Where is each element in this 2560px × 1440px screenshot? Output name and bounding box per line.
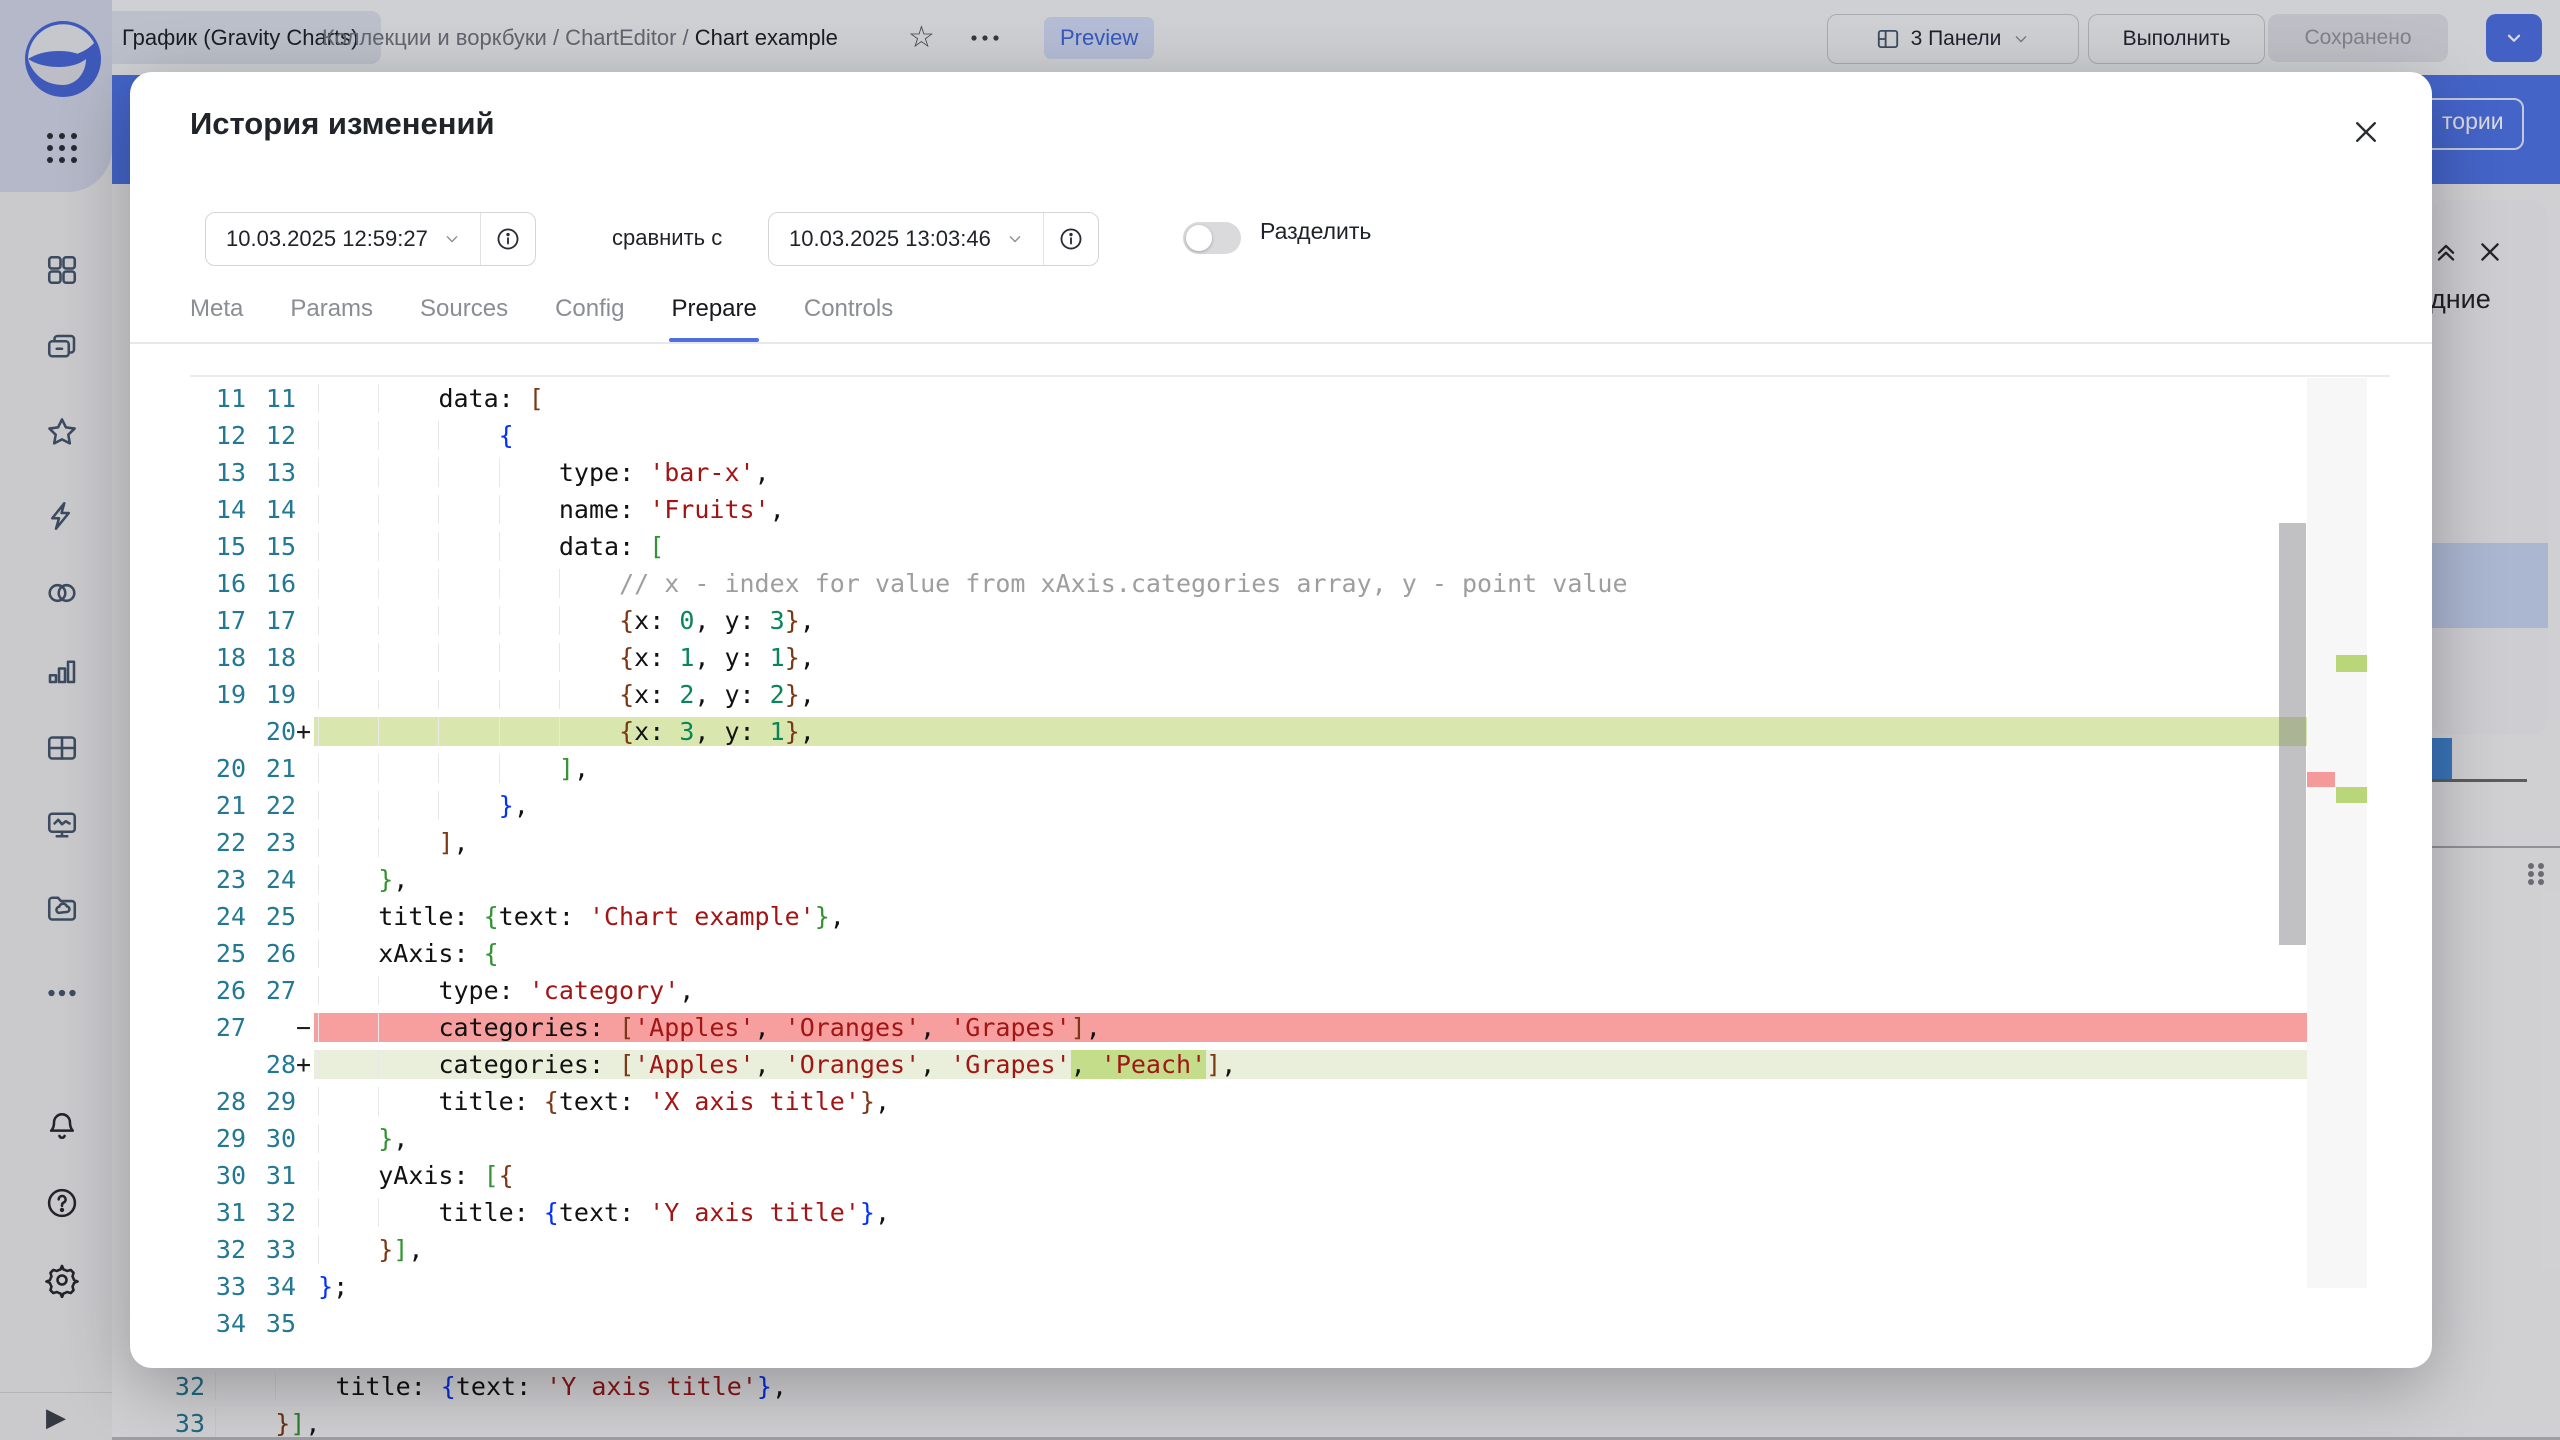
- diff-tabs: Meta Params Sources Config Prepare Controls: [190, 276, 893, 342]
- chevron-down-icon: [442, 229, 462, 249]
- diff-row: 20+ {x: 3, y: 1},: [190, 713, 2307, 750]
- diff-row: 27− categories: ['Apples', 'Oranges', 'G…: [190, 1009, 2307, 1046]
- diff-row: 1616 // x - index for value from xAxis.c…: [190, 565, 2307, 602]
- modal-title: История изменений: [190, 106, 495, 142]
- close-icon[interactable]: [2346, 112, 2386, 152]
- tab-config[interactable]: Config: [555, 276, 624, 342]
- tabs-divider: [130, 342, 2432, 344]
- revision-from-select[interactable]: 10.03.2025 12:59:27: [205, 212, 536, 266]
- split-view-label: Разделить: [1260, 218, 1371, 245]
- vertical-scrollbar[interactable]: [2279, 523, 2306, 945]
- diff-row: 1212 {: [190, 417, 2307, 454]
- diff-row: 3233 }],: [190, 1231, 2307, 1268]
- tab-meta[interactable]: Meta: [190, 276, 243, 342]
- diff-row: 1717 {x: 0, y: 3},: [190, 602, 2307, 639]
- diff-row: 1818 {x: 1, y: 1},: [190, 639, 2307, 676]
- diff-row: 2930 },: [190, 1120, 2307, 1157]
- compare-with-label: сравнить с: [612, 212, 722, 264]
- diff-row: 1313 type: 'bar-x',: [190, 454, 2307, 491]
- diff-row: 2829 title: {text: 'X axis title'},: [190, 1083, 2307, 1120]
- tab-params[interactable]: Params: [290, 276, 373, 342]
- diff-row: 3435: [190, 1305, 2307, 1342]
- diff-row: 2021 ],: [190, 750, 2307, 787]
- toggle-knob: [1186, 225, 1212, 251]
- info-icon[interactable]: [1044, 213, 1098, 265]
- revision-to-value: 10.03.2025 13:03:46: [789, 226, 991, 252]
- diff-editor: 1111 data: [1212 {1313 type: 'bar-x',141…: [190, 378, 2367, 1288]
- diff-row: 2526 xAxis: {: [190, 935, 2307, 972]
- tab-sources[interactable]: Sources: [420, 276, 508, 342]
- tab-prepare[interactable]: Prepare: [671, 276, 756, 342]
- diff-row: 2627 type: 'category',: [190, 972, 2307, 1009]
- diff-row: 3031 yAxis: [{: [190, 1157, 2307, 1194]
- diff-row: 2425 title: {text: 'Chart example'},: [190, 898, 2307, 935]
- diff-row: 1414 name: 'Fruits',: [190, 491, 2307, 528]
- ruler-add-marker: [2336, 787, 2367, 803]
- revision-to-select[interactable]: 10.03.2025 13:03:46: [768, 212, 1099, 266]
- tab-controls[interactable]: Controls: [804, 276, 893, 342]
- split-view-toggle[interactable]: [1183, 222, 1241, 254]
- diff-code: 1111 data: [1212 {1313 type: 'bar-x',141…: [190, 380, 2307, 1342]
- info-icon[interactable]: [481, 213, 535, 265]
- app-window: График (Gravity Charts) Коллекции и ворк…: [0, 0, 2560, 1440]
- overview-ruler: [2307, 378, 2367, 1288]
- editor-top-divider: [190, 375, 2390, 377]
- revision-from-value: 10.03.2025 12:59:27: [226, 226, 428, 252]
- diff-row: 3132 title: {text: 'Y axis title'},: [190, 1194, 2307, 1231]
- diff-row: 1919 {x: 2, y: 2},: [190, 676, 2307, 713]
- diff-row: 2324 },: [190, 861, 2307, 898]
- chevron-down-icon: [1005, 229, 1025, 249]
- diff-row: 1515 data: [: [190, 528, 2307, 565]
- diff-row: 2122 },: [190, 787, 2307, 824]
- ruler-del-marker: [2307, 772, 2335, 787]
- revision-history-modal: История изменений 10.03.2025 12:59:27 ср…: [130, 72, 2432, 1368]
- diff-row: 28+ categories: ['Apples', 'Oranges', 'G…: [190, 1046, 2307, 1083]
- diff-row: 2223 ],: [190, 824, 2307, 861]
- diff-row: 1111 data: [: [190, 380, 2307, 417]
- ruler-add-marker: [2336, 655, 2367, 672]
- diff-row: 3334};: [190, 1268, 2307, 1305]
